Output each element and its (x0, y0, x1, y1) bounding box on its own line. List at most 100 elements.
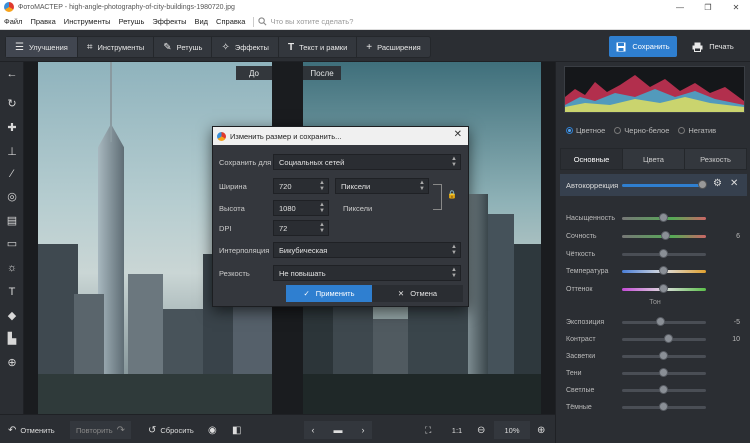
width-input[interactable]: 720 ▲ ▼ (273, 178, 329, 194)
tint-knob[interactable] (659, 284, 668, 293)
menu-view[interactable]: Вид (190, 17, 212, 26)
minimize-icon[interactable]: — (666, 0, 694, 14)
zoom-out-icon[interactable]: ⊖ (477, 421, 485, 439)
autocorrect-knob[interactable] (698, 180, 707, 189)
tab-colors[interactable]: Цвета (623, 149, 685, 169)
text-tool-icon[interactable]: T (0, 282, 24, 302)
slider-label: Температура (566, 267, 609, 275)
slider-label: Засветки (566, 352, 596, 360)
slider-row: Засветки (566, 349, 744, 363)
shadows-knob[interactable] (659, 368, 668, 377)
close-icon[interactable]: ✕ (730, 178, 738, 189)
clarity-knob[interactable] (659, 249, 668, 258)
exposure-knob[interactable] (656, 317, 665, 326)
menu-file[interactable]: Файл (0, 17, 26, 26)
patch-icon[interactable]: ✚ (0, 117, 24, 137)
gear-icon[interactable]: ⚙ (713, 178, 722, 189)
floppy-icon (616, 42, 626, 51)
ruler-icon[interactable]: ▙ (0, 328, 24, 348)
width-unit-select[interactable]: Пиксели ▲ ▼ (335, 178, 429, 194)
tab-basic[interactable]: Основные (561, 149, 623, 169)
sharpness-label: Резкость (219, 269, 250, 278)
slider-label: Тени (566, 369, 582, 377)
printer-icon (692, 42, 703, 52)
tab-sharpness[interactable]: Резкость (685, 149, 746, 169)
folder-icon[interactable]: ▬ (334, 425, 343, 435)
redo-label: Повторить (76, 425, 113, 435)
lights-knob[interactable] (659, 385, 668, 394)
dpi-input[interactable]: 72 ▲ ▼ (273, 220, 329, 236)
menu-retouch[interactable]: Ретушь (115, 17, 149, 26)
lock-icon[interactable]: 🔒 (447, 190, 457, 199)
gradient-filter-icon[interactable]: ▤ (0, 210, 24, 230)
contrast-knob[interactable] (664, 334, 673, 343)
zoom-ratio[interactable]: 1:1 (446, 421, 468, 439)
cancel-button[interactable]: ✕ Отмена (372, 285, 463, 302)
print-label: Печать (709, 42, 734, 51)
mode-color-radio[interactable]: Цветное (566, 126, 605, 135)
save-for-select[interactable]: Социальных сетей ▲ ▼ (273, 154, 461, 170)
height-input[interactable]: 1080 ▲ ▼ (273, 200, 329, 216)
stamp-icon[interactable]: ⊥ (0, 141, 24, 161)
prev-icon[interactable]: ‹ (312, 425, 315, 435)
fill-icon[interactable]: ◆ (0, 305, 24, 325)
tab-extensions[interactable]: + Расширения (357, 37, 429, 57)
save-label: Сохранить (632, 42, 670, 51)
compare-icon[interactable]: ◧ (232, 421, 241, 439)
autocorrect-slider[interactable] (622, 184, 700, 187)
panel-tabs: Основные Цвета Резкость (560, 148, 747, 170)
mode-negative-radio[interactable]: Негатив (678, 126, 716, 135)
aspect-bracket (433, 184, 442, 210)
tab-retouch[interactable]: ✎ Ретушь (154, 37, 213, 57)
interpolation-label: Интерполяция (219, 246, 270, 255)
brush-tool-icon[interactable]: ⁄ (0, 164, 24, 184)
redo-button[interactable]: Повторить ↷ (70, 421, 131, 439)
save-button[interactable]: Сохранить (609, 36, 677, 57)
width-unit-value: Пиксели (341, 181, 371, 191)
saturation-knob[interactable] (659, 213, 668, 222)
temperature-knob[interactable] (659, 266, 668, 275)
menu-effects[interactable]: Эффекты (148, 17, 190, 26)
vibrance-knob[interactable] (661, 231, 670, 240)
interpolation-select[interactable]: Бикубическая ▲ ▼ (273, 242, 461, 258)
next-icon[interactable]: › (362, 425, 365, 435)
vignette-icon[interactable]: ▭ (0, 233, 24, 253)
slider-value: -5 (733, 318, 740, 326)
mode-bw-radio[interactable]: Черно-белое (614, 126, 669, 135)
print-button[interactable]: Печать (680, 36, 746, 57)
apply-label: Применить (315, 289, 355, 298)
select-arrows-icon: ▲ ▼ (419, 180, 425, 192)
dialog-close-icon[interactable]: ✕ (454, 129, 462, 140)
menu-help[interactable]: Справка (212, 17, 249, 26)
back-arrow-icon[interactable]: ← (0, 64, 24, 84)
select-arrows-icon: ▲ ▼ (451, 244, 457, 256)
maximize-icon[interactable]: ❐ (694, 0, 722, 14)
highlights-knob[interactable] (659, 351, 668, 360)
tab-tools[interactable]: ⌗ Инструменты (78, 37, 155, 57)
tab-effects[interactable]: ✧ Эффекты (212, 37, 279, 57)
menu-tools[interactable]: Инструменты (60, 17, 115, 26)
zoom-in-icon[interactable]: ⊕ (537, 421, 545, 439)
fit-screen-icon[interactable]: ⛶ (425, 421, 431, 439)
apply-button[interactable]: ✓ Применить (286, 285, 372, 302)
width-label: Ширина (219, 182, 247, 191)
dialog-title-bar: Изменить размер и сохранить... ✕ (213, 127, 468, 145)
menu-search[interactable]: Что вы хотите сделать? (258, 17, 353, 26)
globe-icon[interactable]: ⊕ (0, 352, 24, 372)
darks-knob[interactable] (659, 402, 668, 411)
close-window-icon[interactable]: ✕ (722, 0, 750, 14)
zoom-value[interactable]: 10% (494, 421, 530, 439)
sharpness-select[interactable]: Не повышать ▲ ▼ (273, 265, 461, 281)
undo-button[interactable]: ↶ Отменить (8, 421, 55, 439)
menu-edit[interactable]: Правка (26, 17, 59, 26)
tab-text-frames[interactable]: T Текст и рамки (279, 37, 358, 57)
navigation-group: ‹ ▬ › (304, 421, 372, 439)
reset-button[interactable]: ↺ Сбросить (148, 421, 194, 439)
tab-enhancements[interactable]: ☰ Улучшения (6, 37, 78, 57)
eye-icon[interactable]: ◉ (208, 421, 217, 439)
light-icon[interactable]: ☼ (0, 258, 24, 278)
slider-row: Тени (566, 366, 744, 380)
radial-filter-icon[interactable]: ◎ (0, 186, 24, 206)
slider-row: Тёмные (566, 400, 744, 414)
rotate-icon[interactable]: ↻ (0, 93, 24, 113)
